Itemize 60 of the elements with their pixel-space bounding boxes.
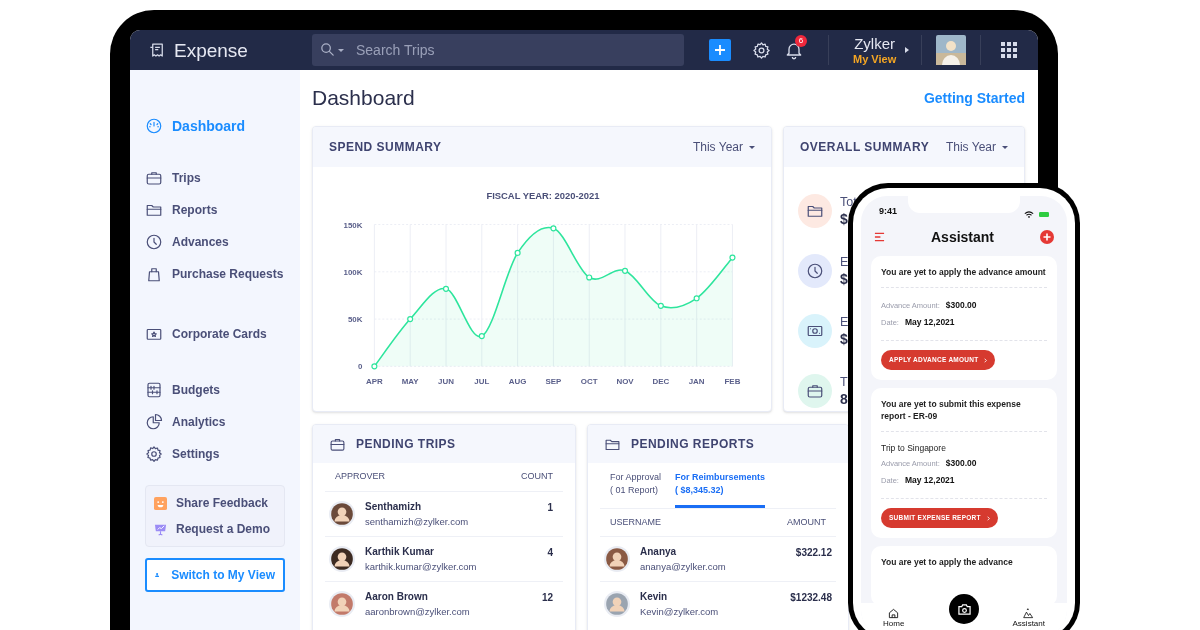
field-value: May 12,2021 bbox=[904, 474, 955, 487]
y-axis-label: 150K bbox=[343, 220, 363, 230]
summary-value: $ bbox=[840, 211, 849, 228]
user-name: Ananya bbox=[640, 545, 678, 559]
column-header: USERNAME bbox=[610, 515, 661, 529]
card-title: SPEND SUMMARY bbox=[329, 139, 442, 156]
chart-title: FISCAL YEAR: 2020-2021 bbox=[486, 189, 600, 201]
user-name: Kevin bbox=[640, 590, 669, 604]
table-cell-text: 1 bbox=[547, 501, 553, 515]
summary-value: $ bbox=[840, 271, 849, 288]
user-email: senthamizh@zylker.com bbox=[365, 515, 470, 529]
column-header: COUNT bbox=[521, 470, 553, 484]
x-axis-label: JAN bbox=[688, 377, 705, 387]
column-header: APPROVER bbox=[335, 470, 385, 484]
notification-badge: 6 bbox=[795, 35, 807, 47]
x-axis-label: DEC bbox=[652, 377, 670, 387]
user-name: Aaron Brown bbox=[365, 590, 429, 604]
y-axis-label: 100K bbox=[343, 267, 363, 277]
trip-name: Trip to Singapore bbox=[881, 442, 947, 455]
x-axis-label: MAY bbox=[401, 377, 419, 387]
card-title: OVERALL SUMMARY bbox=[800, 139, 930, 156]
summary-value: 8 bbox=[840, 391, 848, 408]
app-name: Expense bbox=[174, 40, 248, 60]
table-cell-text: 12 bbox=[541, 591, 553, 605]
x-axis-label: AUG bbox=[508, 377, 527, 387]
field-value: $300.00 bbox=[945, 299, 977, 312]
task-message: You are yet to apply the advance amount bbox=[881, 266, 1047, 278]
task-message: You are yet to apply the advance bbox=[881, 556, 1014, 568]
x-axis-label: SEP bbox=[545, 377, 562, 387]
user-name: Senthamizh bbox=[365, 500, 423, 514]
table-cell-text: 4 bbox=[547, 546, 553, 560]
field-value: May 12,2021 bbox=[904, 316, 955, 329]
user-name: Karthik Kumar bbox=[365, 545, 435, 559]
table-cell-text: $1232.48 bbox=[790, 591, 832, 605]
y-axis-label: 50K bbox=[347, 315, 363, 325]
x-axis-label: OCT bbox=[580, 377, 598, 387]
summary-label: E bbox=[840, 314, 849, 331]
x-axis-label: APR bbox=[366, 377, 383, 387]
user-email: ananya@zylker.com bbox=[640, 560, 727, 574]
table-cell-text: $322.12 bbox=[795, 546, 832, 560]
user-email: aaronbrown@zylker.com bbox=[365, 605, 471, 619]
x-axis-label: NOV bbox=[616, 377, 634, 387]
organization-name: Zylker bbox=[854, 35, 896, 51]
summary-value: $ bbox=[840, 331, 849, 348]
page-title: Dashboard bbox=[312, 85, 415, 112]
card-title: PENDING REPORTS bbox=[631, 436, 755, 453]
column-header: AMOUNT bbox=[787, 515, 826, 529]
user-email: Kevin@zylker.com bbox=[640, 605, 720, 619]
summary-label: E bbox=[840, 254, 849, 271]
card-title: PENDING TRIPS bbox=[356, 436, 456, 453]
x-axis-label: JUN bbox=[438, 377, 454, 387]
x-axis-label: JUL bbox=[474, 377, 490, 387]
task-message: You are yet to submit this expense report - ER-09 bbox=[881, 398, 1022, 422]
field-value: $300.00 bbox=[945, 457, 977, 470]
user-email: karthik.kumar@zylker.com bbox=[365, 560, 478, 574]
y-axis-label: 0 bbox=[358, 362, 363, 372]
x-axis-label: FEB bbox=[724, 377, 741, 387]
screen-title: Assistant bbox=[931, 227, 994, 247]
summary-label: T bbox=[840, 374, 848, 391]
status-time: 9:41 bbox=[879, 204, 897, 218]
